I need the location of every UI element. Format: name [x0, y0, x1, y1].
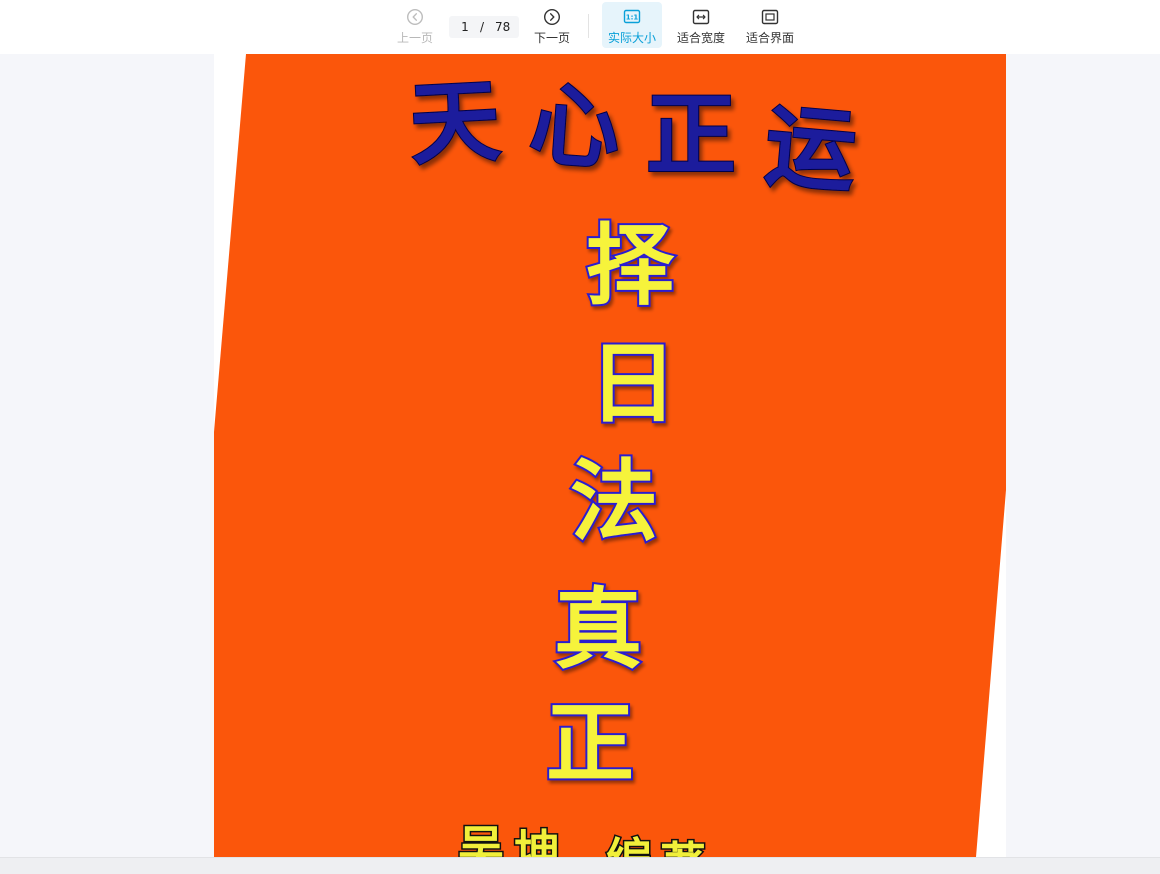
fit-width-icon	[692, 9, 710, 25]
actual-size-label: 实际大小	[607, 31, 656, 45]
author-char-4: 著	[660, 837, 706, 857]
vertical-char-5: 正	[546, 691, 634, 795]
title-char-4: 运	[761, 92, 860, 205]
vertical-char-1: 择	[586, 213, 675, 317]
author-char-1: 吴	[458, 821, 504, 857]
prev-page-label: 上一页	[396, 31, 433, 45]
page-indicator: / 78	[449, 16, 519, 38]
fit-page-button[interactable]: 适合界面	[742, 2, 798, 48]
actual-size-button[interactable]: 1:1 实际大小	[602, 2, 662, 48]
total-pages: 78	[495, 20, 511, 34]
next-page-label: 下一页	[533, 31, 570, 45]
title-char-3: 正	[646, 82, 736, 188]
prev-page-button[interactable]: 上一页	[392, 2, 438, 48]
one-to-one-icon-text: 1:1	[626, 13, 639, 21]
title-char-2: 心	[526, 71, 623, 183]
viewer-toolbar: 上一页 / 78 下一页 1:1 实际大小 适合宽度 适合界面	[0, 0, 1160, 54]
horizontal-scrollbar[interactable]	[0, 857, 1160, 874]
chevron-right-circle-icon	[543, 8, 561, 26]
fit-page-icon	[761, 9, 779, 25]
toolbar-divider	[588, 14, 589, 38]
vertical-char-3: 法	[570, 449, 658, 553]
current-page-input[interactable]	[449, 16, 481, 38]
vertical-char-2: 日	[589, 331, 677, 435]
cover-image: 天 心 正 运 择 日 法 真 正 吴 坤 编 著	[214, 54, 1006, 857]
next-page-button[interactable]: 下一页	[529, 2, 575, 48]
fit-page-label: 适合界面	[745, 31, 794, 45]
one-to-one-icon: 1:1	[623, 9, 641, 24]
chevron-left-circle-icon	[406, 8, 424, 26]
page-separator: /	[480, 20, 485, 34]
author-char-3: 编	[606, 833, 652, 857]
title-char-1: 天	[407, 68, 502, 179]
vertical-char-4: 真	[554, 577, 642, 681]
document-page: 天 心 正 运 择 日 法 真 正 吴 坤 编 著	[214, 54, 1006, 857]
fit-width-label: 适合宽度	[676, 31, 725, 45]
document-viewer[interactable]: 天 心 正 运 择 日 法 真 正 吴 坤 编 著	[0, 54, 1160, 857]
fit-width-button[interactable]: 适合宽度	[673, 2, 729, 48]
author-char-2: 坤	[514, 825, 560, 857]
